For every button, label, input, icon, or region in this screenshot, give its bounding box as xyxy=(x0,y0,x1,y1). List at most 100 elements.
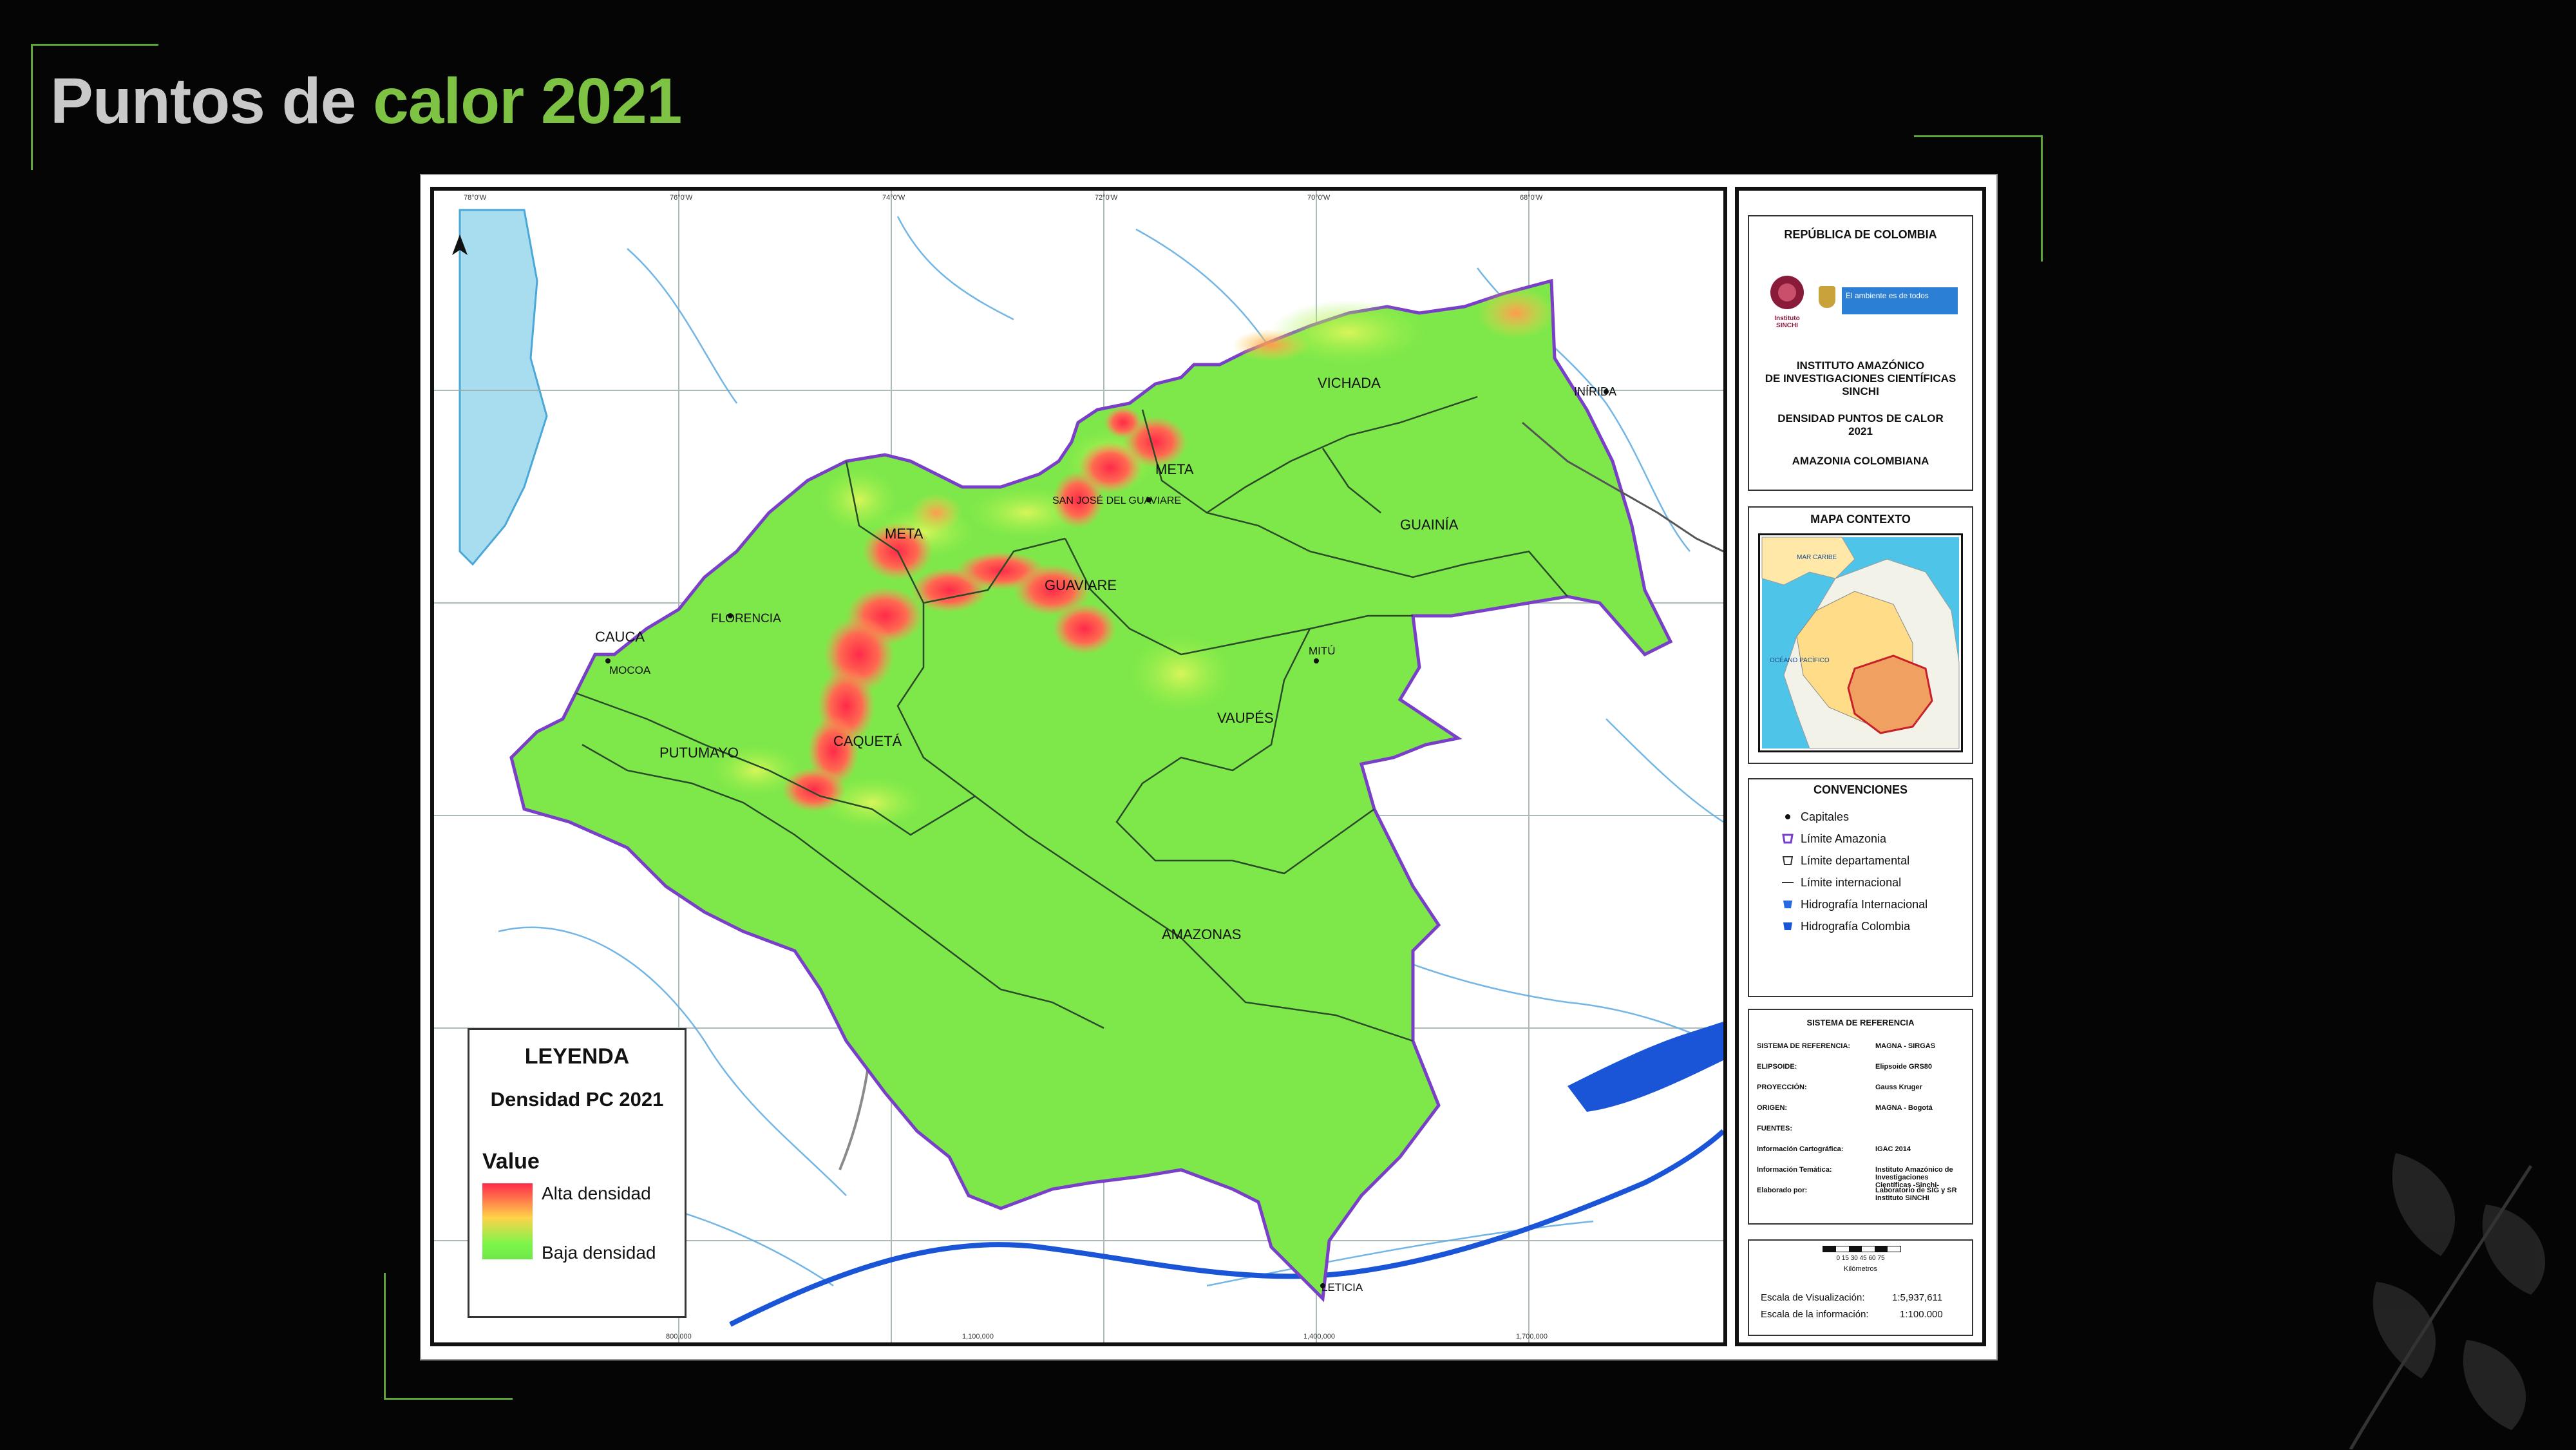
convention-label: Capitales xyxy=(1801,810,1850,823)
scale-unit: Kilómetros xyxy=(1844,1265,1877,1273)
reference-value: IGAC 2014 xyxy=(1875,1145,1911,1153)
convention-label: Límite departamental xyxy=(1801,854,1910,867)
label-putumayo: PUTUMAYO xyxy=(659,745,739,761)
grid-labels-top: 78°0'W 76°0'W 74°0'W 72°0'W 70°0'W 68°0'W xyxy=(464,194,1543,202)
label-san-jose: SAN JOSÉ DEL GUAVIARE xyxy=(1052,494,1181,506)
context-pacific-label: OCÉANO PACÍFICO xyxy=(1770,656,1830,664)
colombia-shield-icon xyxy=(1819,286,1835,308)
gov-badge-text: El ambiente es de todos xyxy=(1846,291,1929,300)
label-vichada: VICHADA xyxy=(1318,375,1381,391)
grid-label-top: 78°0'W xyxy=(464,194,487,202)
frame-line-top-right-v xyxy=(2041,135,2043,262)
label-vaupes: VAUPÉS xyxy=(1217,710,1274,726)
map-legend: LEYENDA Densidad PC 2021 Value Alta dens… xyxy=(468,1028,687,1318)
conventions-box: CONVENCIONES Capitales Límite Amazonia Lím… xyxy=(1748,778,1973,997)
scale-bar xyxy=(1823,1246,1901,1252)
capital-dot-icon xyxy=(1781,810,1794,823)
grid-label-top: 72°0'W xyxy=(1095,194,1118,202)
frame-line-top-right-h xyxy=(1914,135,2043,137)
river-blue-east xyxy=(1567,1022,1723,1112)
convention-item: Límite Amazonia xyxy=(1782,832,1887,846)
label-leticia: LETICIA xyxy=(1321,1281,1363,1293)
conventions-title: CONVENCIONES xyxy=(1813,783,1908,796)
label-amazonas: AMAZONAS xyxy=(1162,926,1241,942)
grid-label-bottom: 800,000 xyxy=(666,1333,692,1340)
scale-box: 0 15 30 45 60 75 Kilómetros Escala de Vi… xyxy=(1748,1239,1973,1336)
reference-key: SISTEMA DE REFERENCIA: xyxy=(1757,1042,1851,1050)
label-caqueta: CAQUETÁ xyxy=(833,733,902,749)
map-sheet: VICHADA INÍRIDA META SAN JOSÉ DEL GUAVIA… xyxy=(420,174,1998,1360)
title-accent: calor 2021 xyxy=(373,65,682,137)
lake-west xyxy=(459,209,548,566)
context-caribe-label: MAR CARIBE xyxy=(1797,554,1837,561)
context-title: MAPA CONTEXTO xyxy=(1810,513,1911,526)
gov-badge: El ambiente es de todos xyxy=(1842,287,1958,314)
reference-key: ELIPSOIDE: xyxy=(1757,1063,1797,1071)
legend-high-label: Alta densidad xyxy=(542,1183,651,1203)
reference-value: MAGNA - Bogotá xyxy=(1875,1104,1933,1112)
label-inirida: INÍRIDA xyxy=(1574,385,1616,398)
reference-system-box: SISTEMA DE REFERENCIA SISTEMA DE REFEREN… xyxy=(1748,1009,1973,1225)
convention-label: Hidrografía Colombia xyxy=(1801,920,1911,933)
scale-info-value: 1:100.000 xyxy=(1900,1309,1943,1320)
grid-label-bottom: 1,100,000 xyxy=(962,1333,994,1340)
amazon-limit-icon xyxy=(1781,832,1794,845)
label-guaviare: GUAVIARE xyxy=(1045,577,1117,593)
scale-visual-label: Escala de Visualización: xyxy=(1761,1292,1865,1303)
grid-label-top: 68°0'W xyxy=(1520,194,1543,202)
grid-labels-bottom: 800,000 1,100,000 1,400,000 1,700,000 xyxy=(666,1333,1548,1340)
frame-line-bottom-left-h xyxy=(384,1398,513,1400)
reference-value: MAGNA - SIRGAS xyxy=(1875,1042,1936,1050)
region-label: AMAZONIA COLOMBIANA xyxy=(1792,455,1929,467)
sinchi-logo-text: Instituto SINCHI xyxy=(1774,315,1800,329)
reference-value: Elipsoide GRS80 xyxy=(1875,1063,1933,1071)
reference-key: Información Temática: xyxy=(1757,1166,1832,1174)
label-cauca: CAUCA xyxy=(595,629,645,645)
institute-line-1: INSTITUTO AMAZÓNICO xyxy=(1796,359,1925,372)
reference-value: Laboratorio de SIG y SR Instituto SINCHI xyxy=(1875,1187,1957,1202)
reference-key: Elaborado por: xyxy=(1757,1187,1808,1194)
label-florencia: FLORENCIA xyxy=(711,612,781,625)
grid-label-top: 74°0'W xyxy=(882,194,905,202)
legend-title: LEYENDA xyxy=(524,1044,630,1069)
department-limit-icon xyxy=(1781,854,1794,867)
side-panel: REPÚBLICA DE COLOMBIA Instituto SINCHI E… xyxy=(1735,187,1986,1346)
reference-title: SISTEMA DE REFERENCIA xyxy=(1806,1018,1915,1027)
reference-value: Gauss Kruger xyxy=(1875,1083,1922,1091)
frame-line-top-left-h xyxy=(31,44,158,46)
map-frame: VICHADA INÍRIDA META SAN JOSÉ DEL GUAVIA… xyxy=(430,187,1727,1346)
republic-label: REPÚBLICA DE COLOMBIA xyxy=(1784,228,1937,241)
scale-ticks: 0 15 30 45 60 75 xyxy=(1836,1255,1885,1262)
grid-label-top: 70°0'W xyxy=(1307,194,1331,202)
label-mocoa: MOCOA xyxy=(609,664,651,676)
institute-line-2: DE INVESTIGACIONES CIENTÍFICAS xyxy=(1765,372,1956,385)
reference-key: FUENTES: xyxy=(1757,1125,1792,1132)
reference-value: Instituto Amazónico de Investigaciones C… xyxy=(1875,1166,1953,1189)
label-meta-west: META xyxy=(885,526,923,542)
density-line-1: DENSIDAD PUNTOS DE CALOR xyxy=(1777,412,1944,425)
hydro-colombia-icon xyxy=(1781,920,1794,933)
title-prefix: Puntos de xyxy=(50,65,356,137)
convention-item: Límite departamental xyxy=(1782,854,1910,868)
label-meta-north: META xyxy=(1155,461,1194,477)
reference-key: PROYECCIÓN: xyxy=(1757,1083,1807,1091)
title-box: REPÚBLICA DE COLOMBIA Instituto SINCHI E… xyxy=(1748,215,1973,491)
reference-key: Información Cartográfica: xyxy=(1757,1145,1844,1153)
label-guainia: GUAINÍA xyxy=(1400,517,1459,533)
scale-visual-value: 1:5,937,611 xyxy=(1892,1292,1943,1303)
convention-label: Límite Amazonia xyxy=(1801,832,1887,845)
hydro-international-icon xyxy=(1781,898,1794,911)
institute-line-3: SINCHI xyxy=(1842,385,1879,397)
international-limit-icon xyxy=(1781,876,1794,889)
sinchi-logo: Instituto SINCHI xyxy=(1766,273,1808,332)
scale-info-label: Escala de la información: xyxy=(1761,1309,1869,1320)
label-mitu: MITÚ xyxy=(1309,645,1336,657)
legend-color-ramp xyxy=(482,1183,533,1259)
legend-low-label: Baja densidad xyxy=(542,1243,656,1263)
convention-item: Capitales xyxy=(1785,810,1850,824)
context-map: MAR CARIBE OCÉANO PACÍFICO xyxy=(1758,533,1963,752)
context-map-box: MAPA CONTEXTO MAR CARIBE OCÉANO PACÍFICO xyxy=(1748,506,1973,764)
frame-line-top-left-v xyxy=(31,44,33,170)
convention-label: Hidrografía Internacional xyxy=(1801,898,1928,911)
legend-value-label: Value xyxy=(482,1149,540,1174)
